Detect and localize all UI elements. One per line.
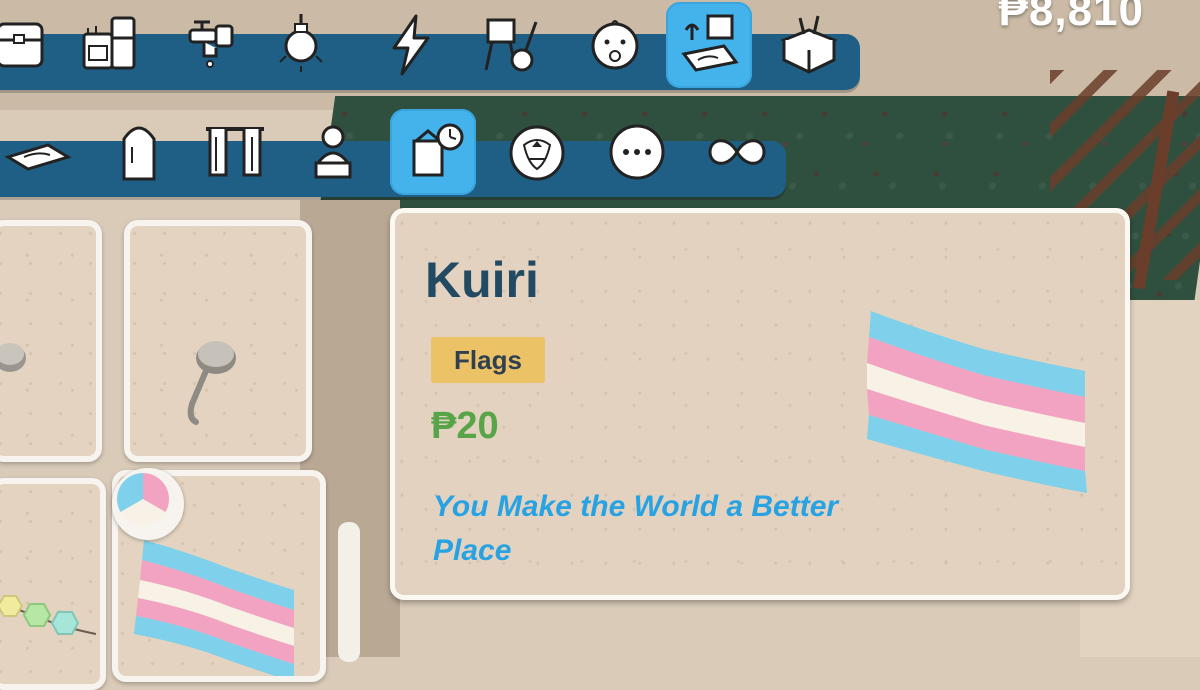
rug-icon [4, 143, 72, 171]
subcategory-seasonal-button[interactable] [494, 109, 580, 195]
kitchen-appliances-icon [82, 16, 136, 70]
category-electrical-button[interactable] [368, 2, 454, 88]
wall-hook-icon [0, 343, 26, 372]
faucet-icon [188, 20, 234, 68]
currency-balance: ₱8,810 [998, 0, 1144, 35]
item-price: ₱20 [431, 405, 499, 447]
open-box-icon [779, 15, 839, 74]
light-bulb-icon [279, 14, 323, 72]
item-description: You Make the World a Better Place [433, 490, 839, 567]
category-storage-button[interactable] [0, 2, 66, 88]
category-plumbing-button[interactable] [168, 2, 254, 88]
subcategory-more-button[interactable] [594, 109, 680, 195]
storage-chest-icon [0, 22, 44, 68]
easel-guitar-icon [484, 18, 538, 72]
item-tile[interactable] [0, 478, 106, 690]
grid-scrollbar[interactable] [338, 522, 360, 662]
category-misc-button[interactable] [766, 2, 852, 88]
wall-hanging-clock-icon [412, 123, 464, 177]
baby-face-icon [591, 20, 639, 70]
wall-hook-icon [187, 341, 236, 425]
category-kitchen-button[interactable] [66, 2, 152, 88]
more-dots-icon [609, 124, 665, 180]
subcategory-rugs-button[interactable] [0, 109, 80, 195]
flag-preview-icon [867, 311, 1087, 493]
item-tooltip: Kuiri Flags ₱20 You Make the World a Bet… [390, 208, 1130, 600]
infinity-icon [708, 139, 766, 165]
decor-rug-icon [681, 14, 739, 72]
subcategory-wall-hangings-button[interactable] [390, 109, 476, 195]
mirror-icon [122, 126, 156, 181]
color-variant-badge[interactable] [112, 468, 184, 540]
category-tag: Flags [431, 337, 545, 383]
category-hobbies-button[interactable] [468, 2, 554, 88]
color-swatch-icon [117, 473, 169, 525]
subcategory-mirrors-button[interactable] [96, 109, 182, 195]
bust-statue-icon [314, 125, 352, 179]
category-baby-button[interactable] [572, 2, 658, 88]
hexagon-garland-icon [0, 595, 97, 635]
subcategory-curtains-button[interactable] [192, 109, 278, 195]
item-tile[interactable] [0, 220, 102, 462]
subcategory-all-button[interactable] [694, 109, 780, 195]
item-tile[interactable] [124, 220, 312, 462]
lightning-bolt-icon [392, 14, 430, 76]
category-decor-button[interactable] [666, 2, 752, 88]
category-lighting-button[interactable] [258, 2, 344, 88]
subcategory-statues-button[interactable] [290, 109, 376, 195]
pumpkin-icon [509, 125, 565, 181]
curtains-icon [206, 127, 264, 177]
item-name: Kuiri [425, 252, 539, 308]
